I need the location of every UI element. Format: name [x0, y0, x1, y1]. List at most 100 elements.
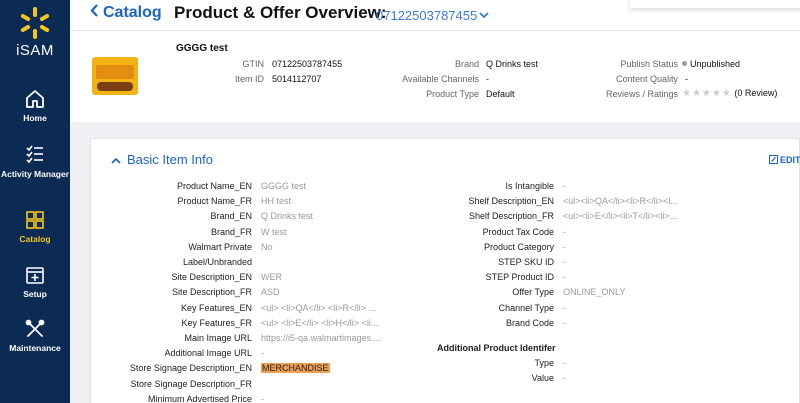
field-value-text: - [261, 393, 264, 403]
product-id-dropdown[interactable]: 07122503787455 [376, 7, 489, 23]
field-label: Main Image URL [184, 333, 252, 343]
field-label: Label/Unbranded [182, 257, 252, 267]
edit-icon [769, 155, 778, 164]
chevron-left-icon [90, 4, 99, 22]
field-value-text: - [563, 373, 566, 384]
field-value: ASD [261, 287, 280, 297]
field-value-text: WER [261, 272, 282, 283]
field-value-text: No [261, 241, 273, 252]
basic-item-info-toggle[interactable]: Basic Item Info [111, 152, 213, 167]
field-value: <ul> <li>QA</li> <li>R</li> ... [261, 303, 376, 313]
field-value: - [563, 373, 566, 383]
field-label: Minimum Advertised Price [147, 393, 252, 403]
reviews-value[interactable]: ★★★★★ (0 Review) [682, 88, 777, 99]
nav-label: Activity Manager [0, 169, 70, 179]
field-label: Additional Image URL [164, 348, 252, 359]
review-count: (0 Review) [734, 88, 778, 98]
field-value-text: - [563, 272, 566, 283]
field-value: <ul><li>QA</li><li>R</li><l... [563, 196, 678, 206]
field-value-text: ASD [261, 287, 280, 298]
edit-button[interactable]: EDIT [769, 155, 800, 165]
field-value: - [563, 303, 566, 313]
field-label: Offer Type [512, 287, 554, 298]
nav-item-catalog[interactable]: Catalog [0, 209, 70, 244]
field-label: Key Features_EN [180, 302, 252, 313]
field-value-text: - [563, 181, 566, 191]
sidebar: iSAM Home Activity Manager Catalog Setup… [0, 0, 70, 403]
nav-item-activity-manager[interactable]: Activity Manager [0, 144, 70, 179]
thumbnail-cups [97, 82, 133, 91]
brand-label: Brand [454, 59, 479, 69]
field-label: STEP SKU ID [498, 257, 554, 267]
channels-value: - [486, 74, 489, 84]
product-name: GGGG test [176, 43, 228, 54]
product-type-label: Product Type [426, 89, 479, 99]
field-value-text: ONLINE_ONLY [563, 287, 626, 298]
field-value: ONLINE_ONLY [563, 287, 625, 297]
header-popover-edge [630, 0, 800, 8]
product-thumbnail[interactable] [92, 57, 138, 95]
product-type-value: Default [486, 89, 515, 99]
field-label: Store Signage Description_FR [130, 378, 252, 389]
field-label: Channel Type [498, 302, 554, 313]
field-value-text: HH test [261, 196, 292, 207]
additional-identifier-heading: Additional Product Identifer [437, 343, 556, 353]
app-name: iSAM [16, 42, 54, 59]
field-value-text: - [563, 226, 566, 237]
page-header: Catalog Product & Offer Overview: 071225… [70, 0, 800, 30]
field-label: Site Description_EN [171, 272, 252, 283]
star-rating-icon: ★★★★★ [682, 88, 732, 99]
section-title-label: Basic Item Info [127, 152, 213, 167]
field-value-text: https://i5-qa.walmartimages.... [261, 333, 382, 343]
field-label: Is Intangible [505, 181, 554, 191]
nav-label: Setup [23, 289, 47, 299]
field-label: STEP Product ID [485, 272, 554, 283]
field-value: - [563, 318, 566, 328]
field-value: WER [261, 272, 282, 282]
field-value: No [261, 242, 273, 252]
field-value-text: Q Drinks test [261, 211, 314, 222]
publish-status-label: Publish Status [620, 59, 678, 69]
field-value-text: - [563, 317, 566, 328]
chevron-up-icon [111, 152, 121, 167]
field-label: Product Tax Code [482, 226, 554, 237]
nav-label: Maintenance [9, 343, 61, 353]
field-value-text: - [261, 348, 264, 359]
field-label: Brand_EN [210, 211, 252, 222]
field-value-text: GGGG test [261, 181, 307, 191]
walmart-logo[interactable]: iSAM [0, 6, 70, 59]
field-label: Type [534, 358, 554, 368]
chevron-down-icon [479, 7, 489, 22]
product-summary: GGGG test GTIN 07122503787455 Item ID 50… [70, 30, 800, 122]
item-id-label: Item ID [234, 74, 264, 84]
brand-value: Q Drinks test [486, 59, 539, 69]
nav-item-setup[interactable]: Setup [0, 264, 70, 299]
product-id-value: 07122503787455 [376, 8, 478, 23]
field-value-text: - [563, 302, 566, 313]
field-value: - [563, 358, 566, 368]
content-quality-label: Content Quality [615, 74, 678, 84]
checklist-icon [26, 145, 43, 164]
field-value-text: <ul><li>QA</li><li>R</li><l... [563, 196, 678, 207]
back-to-catalog-link[interactable]: Catalog [90, 4, 162, 22]
gtin-value: 07122503787455 [272, 59, 343, 69]
setup-icon [26, 267, 44, 284]
thumbnail-label-band [96, 65, 134, 79]
field-label: Store Signage Description_EN [129, 363, 252, 374]
field-value-text: W test [261, 226, 287, 237]
field-value-text: MERCHANDISE [261, 363, 330, 374]
field-label: Walmart Private [188, 241, 252, 252]
gtin-label: GTIN [242, 59, 265, 69]
publish-status-text: Unpublished [690, 59, 741, 69]
field-value: MERCHANDISE [261, 363, 330, 374]
field-label: Brand_FR [210, 226, 252, 237]
field-value: - [563, 242, 566, 252]
nav-item-maintenance[interactable]: Maintenance [0, 318, 70, 353]
field-value: - [563, 257, 566, 267]
field-label: Shelf Description_FR [468, 211, 554, 222]
field-value: - [563, 181, 566, 191]
content-quality-value: - [685, 74, 688, 84]
field-value: https://i5-qa.walmartimages.... [261, 333, 381, 343]
nav-item-home[interactable]: Home [0, 88, 70, 123]
field-value: - [563, 272, 566, 282]
